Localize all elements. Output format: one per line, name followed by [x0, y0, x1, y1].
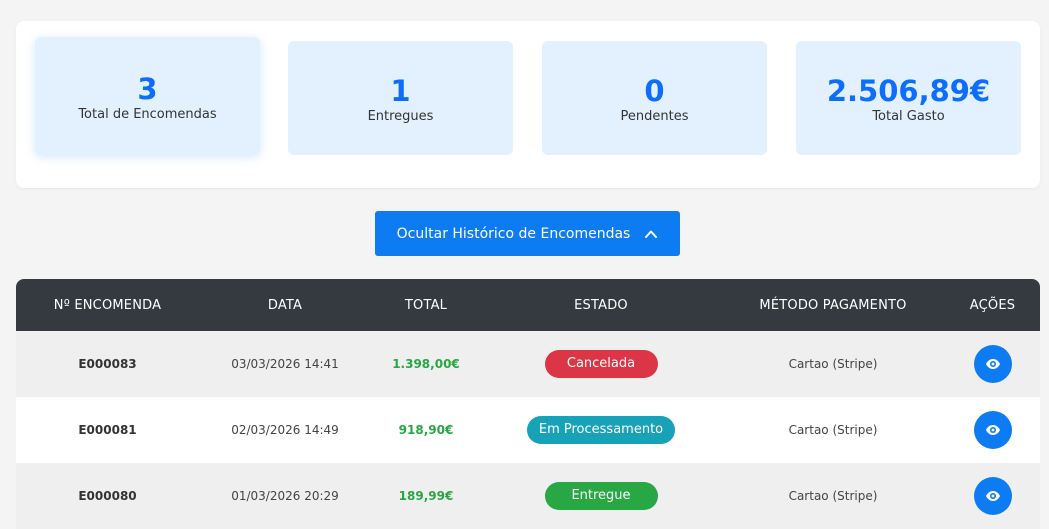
stat-value: 2.506,89€ — [826, 74, 991, 108]
order-actions-cell — [945, 331, 1040, 397]
payment-method: Cartao (Stripe) — [788, 489, 878, 503]
stat-label: Pendentes — [620, 109, 689, 124]
order-status-cell: Em Processamento — [481, 397, 721, 463]
stat-card-total-spent: 2.506,89€ Total Gasto — [796, 41, 1021, 155]
status-badge: Em Processamento — [526, 416, 676, 444]
orders-table: Nº ENCOMENDA DATA TOTAL ESTADO MÉTODO PA… — [16, 279, 1040, 529]
order-number: E000080 — [78, 489, 137, 503]
stat-card-delivered: 1 Entregues — [288, 41, 513, 155]
order-total: 1.398,00€ — [392, 357, 460, 371]
stat-card-total-orders: 3 Total de Encomendas — [35, 37, 260, 155]
view-order-button[interactable] — [973, 411, 1012, 449]
order-number: E000081 — [78, 423, 137, 437]
stats-panel: 3 Total de Encomendas 1 Entregues 0 Pend… — [16, 21, 1040, 188]
table-header-row: Nº ENCOMENDA DATA TOTAL ESTADO MÉTODO PA… — [16, 279, 1040, 331]
order-total: 918,90€ — [398, 423, 454, 437]
table-row: E000083 03/03/2026 14:41 1.398,00€ Cance… — [16, 331, 1040, 397]
order-actions-cell — [945, 463, 1040, 529]
column-header-status: ESTADO — [574, 297, 628, 313]
stat-label: Total de Encomendas — [78, 107, 217, 122]
column-header-order-number: Nº ENCOMENDA — [53, 297, 162, 313]
order-total: 189,99€ — [398, 489, 454, 503]
eye-icon — [985, 491, 1000, 501]
stat-label: Entregues — [367, 109, 434, 124]
table-row: E000080 01/03/2026 20:29 189,99€ Entregu… — [16, 463, 1040, 529]
payment-method: Cartao (Stripe) — [788, 423, 878, 437]
toggle-button-label: Ocultar Histórico de Encomendas — [396, 225, 631, 242]
order-date: 01/03/2026 20:29 — [231, 489, 339, 503]
status-badge: Cancelada — [544, 350, 658, 378]
order-actions-cell — [945, 397, 1040, 463]
order-number: E000083 — [78, 357, 137, 371]
column-header-date: DATA — [267, 297, 303, 313]
view-order-button[interactable] — [973, 477, 1012, 515]
table-row: E000081 02/03/2026 14:49 918,90€ Em Proc… — [16, 397, 1040, 463]
column-header-actions: AÇÕES — [969, 297, 1016, 313]
status-badge: Entregue — [544, 482, 658, 510]
column-header-payment-method: MÉTODO PAGAMENTO — [759, 297, 907, 313]
payment-method: Cartao (Stripe) — [788, 357, 878, 371]
order-status-cell: Cancelada — [481, 331, 721, 397]
chevron-up-icon — [645, 230, 658, 238]
eye-icon — [985, 359, 1000, 369]
order-date: 03/03/2026 14:41 — [231, 357, 339, 371]
view-order-button[interactable] — [973, 345, 1012, 383]
stat-value: 1 — [390, 74, 411, 108]
stat-value: 0 — [644, 74, 665, 108]
stat-label: Total Gasto — [872, 109, 945, 124]
eye-icon — [985, 425, 1000, 435]
stat-value: 3 — [137, 72, 158, 106]
order-date: 02/03/2026 14:49 — [231, 423, 339, 437]
order-status-cell: Entregue — [481, 463, 721, 529]
column-header-total: TOTAL — [404, 297, 448, 313]
stat-card-pending: 0 Pendentes — [542, 41, 767, 155]
toggle-order-history-button[interactable]: Ocultar Histórico de Encomendas — [375, 211, 680, 256]
